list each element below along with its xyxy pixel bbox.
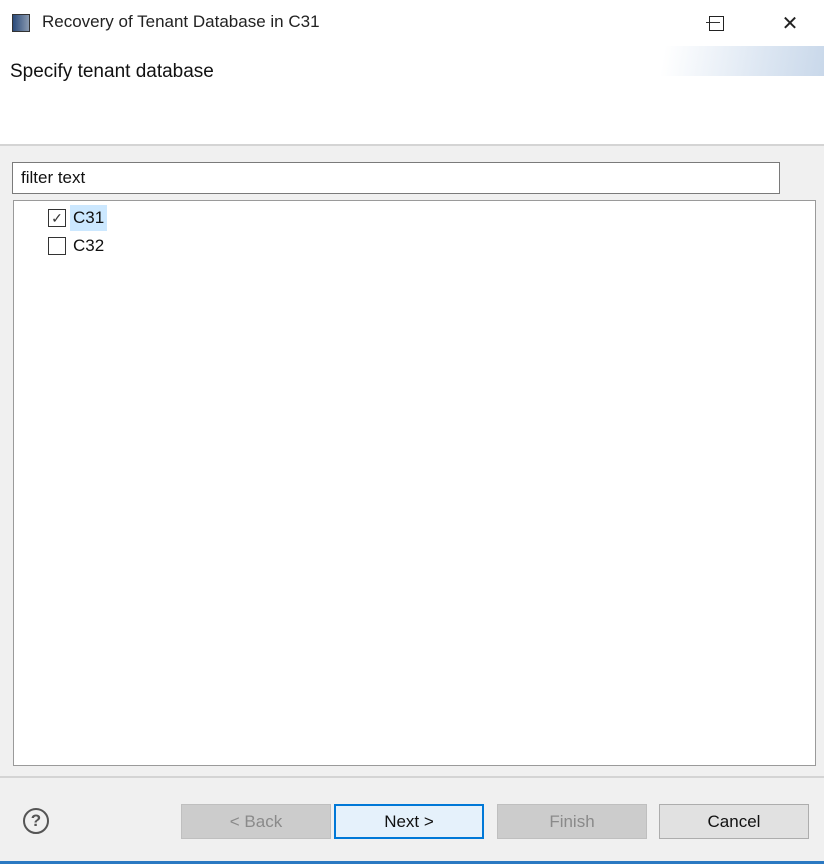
divider: [0, 776, 824, 778]
app-icon: [12, 14, 30, 32]
page-title: Specify tenant database: [10, 61, 214, 82]
back-button[interactable]: < Back: [181, 804, 331, 839]
maximize-button[interactable]: [693, 6, 739, 40]
finish-button[interactable]: Finish: [497, 804, 647, 839]
header-banner: [624, 46, 824, 76]
tree-item-c32[interactable]: C32: [48, 232, 107, 260]
close-icon: ✕: [781, 12, 799, 35]
title-bar: Recovery of Tenant Database in C31 — ✕: [0, 0, 824, 46]
wizard-header: Specify tenant database: [0, 46, 824, 146]
tree-item-label: C32: [73, 236, 105, 255]
tenant-tree[interactable]: ✓ C31 C32: [13, 200, 816, 766]
filter-input[interactable]: [12, 162, 780, 194]
check-icon: ✓: [51, 209, 63, 226]
cancel-button[interactable]: Cancel: [659, 804, 809, 839]
checkbox-c32[interactable]: [48, 237, 66, 255]
tree-item-label: C31: [70, 205, 108, 231]
window-title: Recovery of Tenant Database in C31: [42, 12, 320, 31]
close-button[interactable]: ✕: [767, 6, 813, 40]
help-icon[interactable]: ?: [23, 808, 49, 834]
next-button[interactable]: Next >: [334, 804, 484, 839]
checkbox-c31[interactable]: ✓: [48, 209, 66, 227]
tree-item-c31[interactable]: ✓ C31: [48, 204, 108, 232]
maximize-icon: [708, 15, 724, 31]
